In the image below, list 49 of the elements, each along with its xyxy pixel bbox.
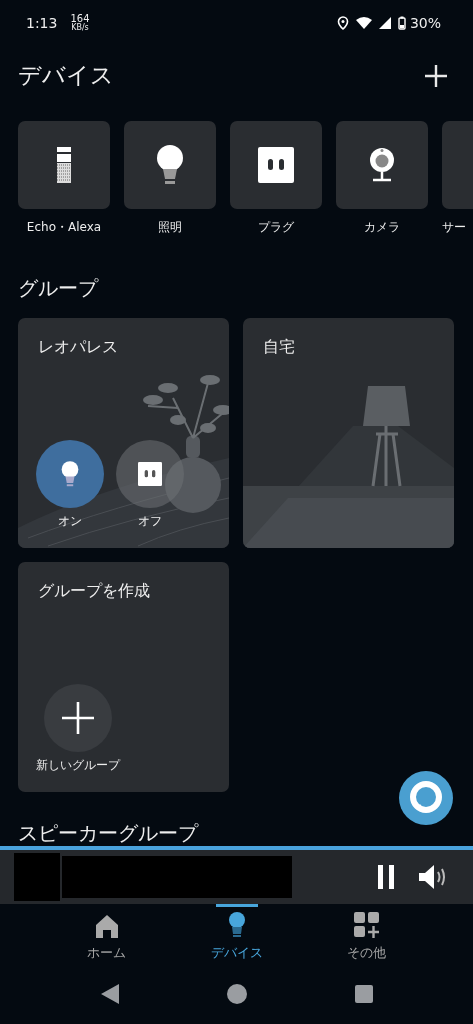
group-card[interactable]: グループを作成 新しいグループ <box>18 562 229 792</box>
home-button-icon[interactable] <box>226 984 247 1004</box>
add-icon <box>62 702 94 734</box>
light-bulb-icon <box>156 144 184 185</box>
wifi-icon <box>355 17 372 29</box>
redacted-block <box>14 853 60 901</box>
outlet-icon <box>138 462 162 486</box>
battery-icon <box>397 16 406 30</box>
battery-percent: 30% <box>409 15 441 31</box>
device-category-tile[interactable] <box>124 120 216 209</box>
add-icon[interactable] <box>424 63 448 88</box>
device-category-tile[interactable] <box>336 120 428 209</box>
group-name: グループを作成 <box>38 581 151 602</box>
group-action-label: オフ <box>138 513 162 530</box>
light-bulb-icon <box>227 912 246 938</box>
signal-icon <box>378 17 391 29</box>
group-card[interactable]: 自宅 <box>243 318 454 548</box>
device-category-label: Echo・Alexa <box>26 219 102 236</box>
section-heading: グループ <box>18 276 100 300</box>
location-icon <box>336 16 349 30</box>
device-category-label: カメラ <box>364 219 400 236</box>
group-action-label: オン <box>58 513 82 530</box>
device-category-label: サー <box>442 219 466 236</box>
webcam-icon <box>368 146 396 183</box>
nav-tab[interactable]: ホーム <box>66 904 147 970</box>
nav-tab[interactable]: その他 <box>326 904 407 970</box>
device-category-tile[interactable] <box>230 120 322 209</box>
group-name: レオパレス <box>38 337 119 358</box>
pause-icon[interactable] <box>377 865 395 889</box>
alexa-button[interactable] <box>398 770 454 826</box>
speaker-icon <box>57 146 71 183</box>
apps-add-icon <box>353 912 380 938</box>
recents-icon[interactable] <box>354 985 373 1003</box>
home-icon <box>94 914 119 938</box>
group-card[interactable]: レオパレス オン オフ <box>18 318 229 548</box>
back-icon[interactable] <box>100 984 119 1004</box>
device-category-label: 照明 <box>158 219 182 236</box>
group-action-label: 新しいグループ <box>36 757 120 774</box>
page-title: デバイス <box>18 61 114 91</box>
group-name: 自宅 <box>263 337 296 358</box>
volume-icon[interactable] <box>419 865 447 889</box>
network-speed: 164 KB/s <box>70 14 90 32</box>
section-heading: スピーカーグループ <box>18 822 200 844</box>
device-category-tile[interactable] <box>18 120 110 209</box>
device-category-label: プラグ <box>258 219 294 236</box>
nav-tab[interactable]: デバイス <box>196 904 277 970</box>
light-bulb-icon <box>61 461 79 487</box>
outlet-icon <box>258 146 294 183</box>
status-time: 1:13 <box>26 15 58 31</box>
